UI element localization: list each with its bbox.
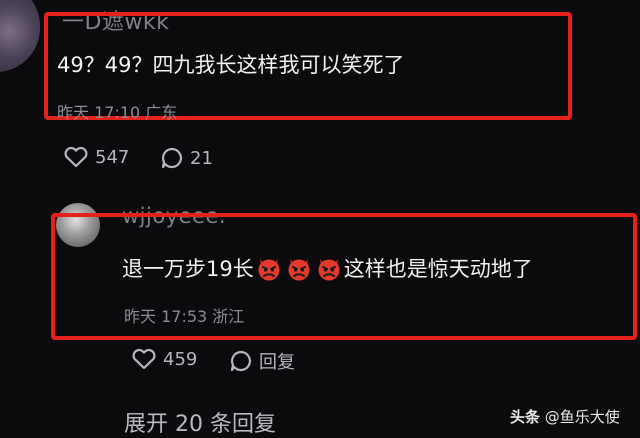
like-count: 547 xyxy=(95,146,130,168)
reply-label: 回复 xyxy=(259,352,295,373)
comment-location: 广东 xyxy=(145,103,178,122)
comment-text-start: 退一万步19长 xyxy=(122,257,254,281)
reply-count: 21 xyxy=(190,147,213,169)
comment-meta: 昨天 17:10 广东 xyxy=(57,99,177,123)
expand-replies-link[interactable]: 展开 20 条回复 xyxy=(124,406,276,438)
comment-time: 昨天 17:10 xyxy=(57,103,141,122)
comment-text: 49？49？四九我长这样我可以笑死了 xyxy=(57,53,405,77)
comment-text: 退一万步19长 这样也是惊天动地了 xyxy=(122,253,533,283)
like-count: 459 xyxy=(163,348,198,370)
reply-button[interactable]: 回复 xyxy=(229,348,295,374)
like-button[interactable]: 547 xyxy=(63,146,129,168)
angry-devil-emoji xyxy=(288,259,310,281)
watermark-author: @鱼乐大使 xyxy=(544,408,620,426)
speech-bubble-icon xyxy=(160,146,184,170)
comment-time: 昨天 17:53 xyxy=(124,307,208,326)
angry-devil-emoji xyxy=(318,259,340,281)
comment-location: 浙江 xyxy=(212,307,245,326)
watermark-platform: 头条 xyxy=(510,408,541,426)
speech-bubble-icon xyxy=(229,349,253,373)
angry-devil-emoji xyxy=(258,259,280,281)
reply-button[interactable]: 21 xyxy=(160,146,213,170)
heart-icon xyxy=(131,348,157,370)
like-button[interactable]: 459 xyxy=(131,348,197,370)
comment-text-end: 这样也是惊天动地了 xyxy=(343,257,533,281)
watermark: 头条 @鱼乐大使 xyxy=(510,406,620,427)
comment-meta: 昨天 17:53 浙江 xyxy=(124,303,244,327)
heart-icon xyxy=(63,146,89,168)
avatar[interactable] xyxy=(0,0,40,72)
